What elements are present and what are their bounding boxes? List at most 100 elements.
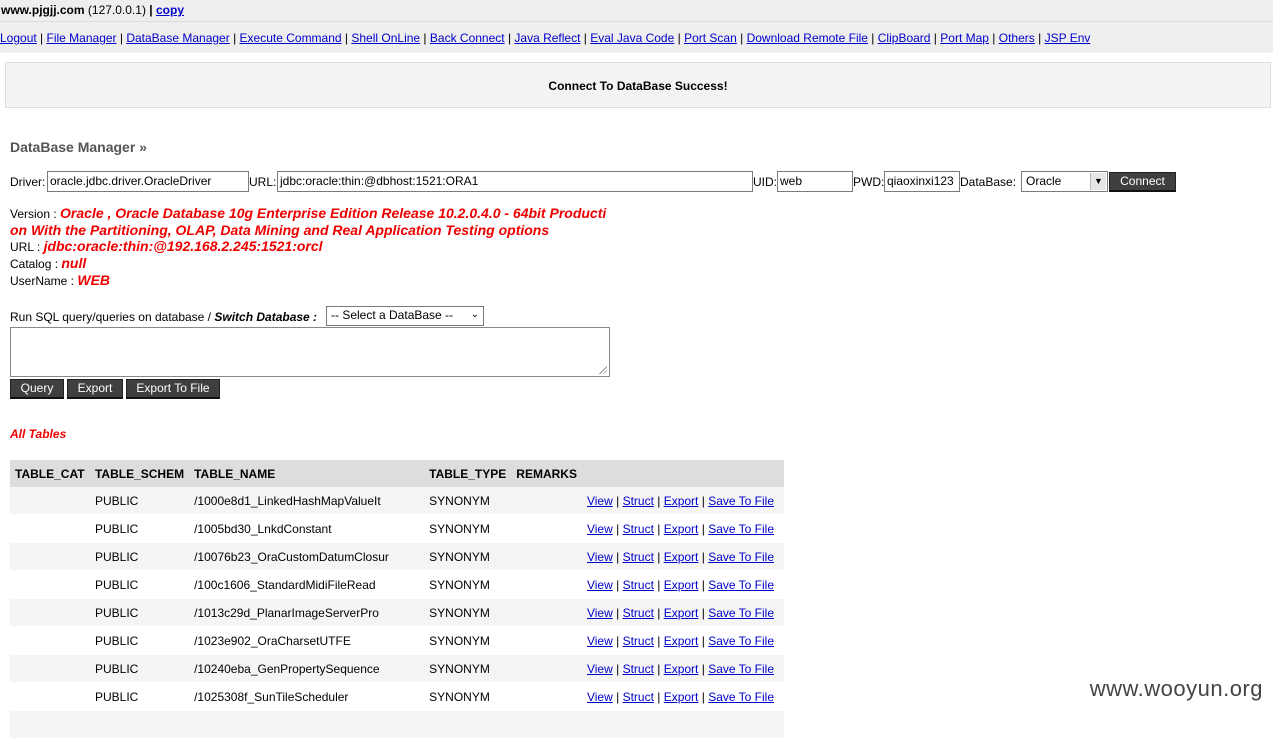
struct-link[interactable]: Struct xyxy=(623,606,654,620)
pwd-input[interactable]: qiaoxinxi123 xyxy=(884,171,960,192)
nav-link-clipboard[interactable]: ClipBoard xyxy=(878,31,931,45)
save-to-file-link[interactable]: Save To File xyxy=(708,578,774,592)
sql-query-textarea[interactable] xyxy=(10,327,610,377)
struct-link[interactable]: Struct xyxy=(623,690,654,704)
struct-link[interactable]: Struct xyxy=(623,550,654,564)
export-link[interactable]: Export xyxy=(664,494,699,508)
view-link[interactable]: View xyxy=(587,690,613,704)
cell-remarks xyxy=(511,710,582,739)
copy-link[interactable]: copy xyxy=(156,3,184,17)
resize-grip-icon[interactable] xyxy=(599,366,607,374)
action-separator: | xyxy=(698,493,709,508)
nav-separator: | xyxy=(580,31,591,45)
view-link[interactable]: View xyxy=(587,494,613,508)
table-row: PUBLIC/1005bd30_LnkdConstant SYNONYM View … xyxy=(10,514,784,543)
cell-table-type: SYNONYM xyxy=(424,654,512,683)
table-body: PUBLIC/1000e8d1_LinkedHashMapValueIt SYNO… xyxy=(10,487,784,739)
action-separator: | xyxy=(612,577,623,592)
nav-link-others[interactable]: Others xyxy=(999,31,1035,45)
host-ip: (127.0.0.1) xyxy=(87,3,146,17)
col-table-name: TABLE_NAME xyxy=(189,460,425,487)
nav-link-execute-command[interactable]: Execute Command xyxy=(240,31,342,45)
driver-input[interactable]: oracle.jdbc.driver.OracleDriver xyxy=(47,171,249,192)
export-link[interactable]: Export xyxy=(664,662,699,676)
export-link[interactable]: Export xyxy=(664,578,699,592)
connect-button[interactable]: Connect xyxy=(1109,172,1176,192)
table-row: PUBLIC/1023e902_OraCharsetUTFE SYNONYM Vie… xyxy=(10,626,784,655)
view-link[interactable]: View xyxy=(587,522,613,536)
nav-link-file-manager[interactable]: File Manager xyxy=(47,31,117,45)
struct-link[interactable]: Struct xyxy=(623,522,654,536)
struct-link[interactable]: Struct xyxy=(623,578,654,592)
struct-link[interactable]: Struct xyxy=(623,662,654,676)
export-link[interactable]: Export xyxy=(664,690,699,704)
nav-link-port-map[interactable]: Port Map xyxy=(940,31,989,45)
save-to-file-link[interactable]: Save To File xyxy=(708,662,774,676)
struct-link[interactable]: Struct xyxy=(623,634,654,648)
nav-separator: | xyxy=(341,31,352,45)
nav-link-database-manager[interactable]: DataBase Manager xyxy=(126,31,229,45)
view-link[interactable]: View xyxy=(587,634,613,648)
nav-separator: | xyxy=(116,31,127,45)
cell-table-type: SYNONYM xyxy=(424,570,512,599)
chevron-down-icon: ⌄ xyxy=(470,309,479,320)
switch-database-label: Switch Database : xyxy=(214,310,318,324)
catalog-info: Catalog : null xyxy=(10,255,86,271)
nav-link-download-remote-file[interactable]: Download Remote File xyxy=(747,31,868,45)
cell-remarks xyxy=(511,570,582,599)
nav-bar: Logout | File Manager | DataBase Manager… xyxy=(0,21,1273,53)
action-separator: | xyxy=(612,605,623,620)
export-link[interactable]: Export xyxy=(664,634,699,648)
export-link[interactable]: Export xyxy=(664,606,699,620)
action-separator: | xyxy=(698,521,709,536)
view-link[interactable]: View xyxy=(587,662,613,676)
cell-table-name: /10240eba_GenPropertySequence xyxy=(189,654,425,683)
nav-link-logout[interactable]: Logout xyxy=(0,31,37,45)
struct-link[interactable]: Struct xyxy=(623,494,654,508)
cell-table-name: /1005bd30_LnkdConstant xyxy=(189,514,425,543)
version-value-line1: Oracle , Oracle Database 10g Enterprise … xyxy=(60,205,607,221)
nav-separator: | xyxy=(504,31,515,45)
database-select[interactable]: Oracle ▼ xyxy=(1021,171,1108,192)
nav-link-java-reflect[interactable]: Java Reflect xyxy=(514,31,580,45)
uid-label: UID: xyxy=(753,175,777,189)
save-to-file-link[interactable]: Save To File xyxy=(708,550,774,564)
view-link[interactable]: View xyxy=(587,606,613,620)
save-to-file-link[interactable]: Save To File xyxy=(708,494,774,508)
query-button[interactable]: Query xyxy=(10,379,64,399)
cell-remarks xyxy=(511,598,582,627)
export-to-file-button[interactable]: Export To File xyxy=(126,379,220,399)
view-link[interactable]: View xyxy=(587,578,613,592)
nav-link-back-connect[interactable]: Back Connect xyxy=(430,31,505,45)
tables-table: TABLE_CAT TABLE_SCHEM TABLE_NAME TABLE_T… xyxy=(10,460,784,739)
url-label: URL: xyxy=(249,175,277,189)
url-input[interactable]: jdbc:oracle:thin:@dbhost:1521:ORA1 xyxy=(277,171,753,192)
cell-table-cat xyxy=(10,710,90,739)
nav-link-port-scan[interactable]: Port Scan xyxy=(684,31,737,45)
save-to-file-link[interactable]: Save To File xyxy=(708,522,774,536)
action-separator: | xyxy=(653,605,664,620)
nav-link-jsp-env[interactable]: JSP Env xyxy=(1045,31,1091,45)
cell-table-schem: PUBLIC xyxy=(89,542,190,571)
version-value-line2: on With the Partitioning, OLAP, Data Min… xyxy=(10,222,550,238)
switch-database-select[interactable]: -- Select a DataBase -- ⌄ xyxy=(326,306,484,326)
save-to-file-link[interactable]: Save To File xyxy=(708,690,774,704)
nav-link-shell-online[interactable]: Shell OnLine xyxy=(351,31,420,45)
export-button[interactable]: Export xyxy=(67,379,123,399)
table-row: PUBLIC/100c1606_StandardMidiFileRead SYNO… xyxy=(10,570,784,599)
all-tables-heading: All Tables xyxy=(10,427,67,441)
action-separator: | xyxy=(698,633,709,648)
action-separator: | xyxy=(612,661,623,676)
nav-link-eval-java-code[interactable]: Eval Java Code xyxy=(590,31,674,45)
save-to-file-link[interactable]: Save To File xyxy=(708,634,774,648)
view-link[interactable]: View xyxy=(587,550,613,564)
export-link[interactable]: Export xyxy=(664,550,699,564)
export-link[interactable]: Export xyxy=(664,522,699,536)
save-to-file-link[interactable]: Save To File xyxy=(708,606,774,620)
database-select-value: Oracle xyxy=(1026,174,1062,188)
username-info: UserName : WEB xyxy=(10,272,110,288)
action-separator: | xyxy=(653,549,664,564)
cell-remarks xyxy=(511,514,582,543)
cell-table-cat xyxy=(10,542,90,571)
uid-input[interactable]: web xyxy=(777,171,853,192)
